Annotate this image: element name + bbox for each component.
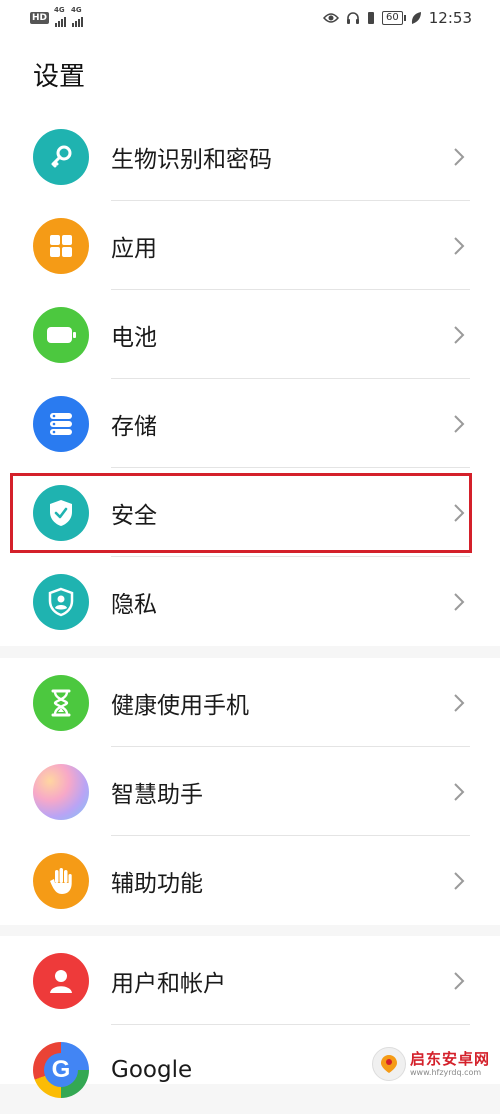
chevron-right-icon	[454, 971, 465, 990]
watermark: 启东安卓网 www.hfzyrdq.com	[372, 1044, 500, 1084]
watermark-text: 启东安卓网 www.hfzyrdq.com	[410, 1049, 491, 1077]
settings-item-storage[interactable]: 存储	[0, 379, 500, 468]
status-right: 60 12:53	[323, 9, 472, 27]
hand-icon	[33, 852, 89, 909]
google-g-glyph: G	[44, 1052, 78, 1087]
chevron-right-icon	[454, 147, 465, 166]
headphones-icon	[347, 12, 360, 24]
shield-check-icon	[33, 484, 89, 541]
status-bar: HD 4G 4G 60 12:53	[0, 0, 500, 36]
settings-item-accessibility[interactable]: 辅助功能	[0, 836, 500, 925]
settings-item-label: 用户和帐户	[111, 970, 226, 997]
chevron-right-icon	[454, 414, 465, 433]
settings-item-label: 智慧助手	[111, 781, 203, 808]
settings-item-label: Google	[111, 1056, 193, 1083]
settings-item-battery[interactable]: 电池	[0, 290, 500, 379]
storage-icon	[33, 395, 89, 452]
watermark-logo-icon	[372, 1047, 406, 1081]
settings-group-2: 健康使用手机 智慧助手 辅助功能	[0, 658, 500, 925]
chevron-right-icon	[454, 592, 465, 611]
chevron-right-icon	[454, 871, 465, 890]
signal-icon: 4G	[71, 6, 84, 27]
vibrate-icon	[368, 12, 375, 24]
leaf-icon	[411, 12, 421, 24]
settings-item-digital-balance[interactable]: 健康使用手机	[0, 658, 500, 747]
watermark-name: 启东安卓网	[410, 1049, 491, 1068]
settings-item-label: 隐私	[111, 591, 157, 618]
chevron-right-icon	[454, 693, 465, 712]
settings-item-label: 生物识别和密码	[111, 146, 272, 173]
settings-item-apps[interactable]: 应用	[0, 201, 500, 290]
chevron-right-icon	[454, 325, 465, 344]
settings-item-label: 安全	[111, 502, 157, 529]
clock: 12:53	[428, 9, 472, 27]
eye-icon	[323, 13, 340, 23]
signal-icon: 4G	[54, 6, 67, 27]
battery-level: 60	[382, 11, 406, 25]
network-type-label: 4G	[71, 6, 82, 14]
google-icon: G	[33, 1041, 89, 1098]
user-icon	[33, 952, 89, 1009]
settings-group-1: 生物识别和密码 应用 电池 存储 安全 隐私	[0, 112, 500, 646]
settings-item-label: 存储	[111, 413, 157, 440]
chevron-right-icon	[454, 503, 465, 522]
battery-icon	[33, 306, 89, 363]
chevron-right-icon	[454, 782, 465, 801]
settings-item-security[interactable]: 安全	[0, 468, 500, 557]
assistant-icon	[33, 763, 89, 820]
network-type-label: 4G	[54, 6, 65, 14]
settings-item-assistant[interactable]: 智慧助手	[0, 747, 500, 836]
settings-item-label: 辅助功能	[111, 870, 203, 897]
status-left: HD 4G 4G	[30, 6, 84, 27]
settings-item-privacy[interactable]: 隐私	[0, 557, 500, 646]
privacy-icon	[33, 573, 89, 630]
page-header: 设置	[0, 36, 500, 112]
settings-item-label: 电池	[111, 324, 157, 351]
hourglass-icon	[33, 674, 89, 731]
settings-item-label: 健康使用手机	[111, 692, 249, 719]
apps-grid-icon	[33, 217, 89, 274]
settings-item-users-accounts[interactable]: 用户和帐户	[0, 936, 500, 1025]
watermark-url: www.hfzyrdq.com	[410, 1067, 482, 1077]
settings-item-label: 应用	[111, 235, 157, 262]
key-icon	[33, 128, 89, 185]
hd-badge: HD	[30, 12, 50, 24]
chevron-right-icon	[454, 236, 465, 255]
page-title: 设置	[33, 62, 86, 92]
settings-item-biometrics[interactable]: 生物识别和密码	[0, 112, 500, 201]
